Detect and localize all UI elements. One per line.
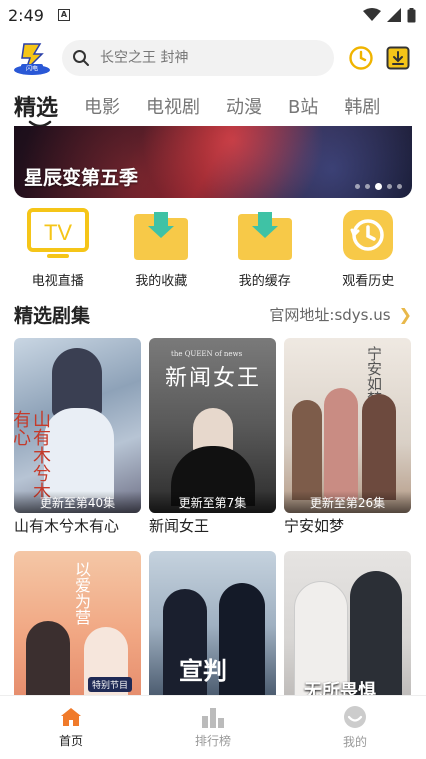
svg-text:闪电: 闪电 (26, 65, 38, 73)
poster-subtitle: the QUEEN of news (171, 350, 243, 358)
carousel-dot (397, 184, 402, 189)
tab-kdrama[interactable]: 韩剧 (344, 93, 380, 119)
official-site-label: 官网地址:sdys.us (269, 305, 391, 324)
top-bar: 闪电 长空之王 封神 (0, 30, 426, 86)
history-icon (343, 210, 394, 260)
show-card[interactable]: 宁安如梦 更新至第26集 宁安如梦 (284, 338, 411, 537)
section-header: 精选剧集 官网地址:sdys.us ❯ (0, 296, 426, 332)
show-title: 宁安如梦 (284, 517, 345, 535)
quick-downloads[interactable]: 我的缓存 (225, 208, 305, 292)
chevron-right-icon: ❯ (398, 304, 412, 324)
folder-download-icon (237, 212, 292, 260)
carousel-dot (375, 183, 382, 190)
show-card[interactable]: the QUEEN of news 新闻女王 更新至第7集 新闻女王 (149, 338, 276, 537)
nav-label: 首页 (58, 734, 83, 748)
search-bar[interactable]: 长空之王 封神 (62, 40, 334, 76)
carousel-dots (355, 183, 402, 190)
update-badge: 更新至第40集 (14, 491, 141, 513)
smile-icon (344, 706, 366, 728)
clock-icon[interactable] (348, 45, 374, 71)
svg-text:TV: TV (44, 220, 72, 245)
tab-movie[interactable]: 电影 (84, 93, 120, 119)
show-card[interactable]: 无所畏惧 (284, 551, 411, 701)
show-title: 山有木兮木有心 (14, 517, 120, 535)
quick-label: 我的缓存 (238, 274, 291, 289)
quick-actions: TV 电视直播 我的收藏 我的缓存 观看历史 (0, 198, 426, 292)
search-icon (73, 50, 89, 66)
show-poster: 以爱为营 特别节目 (14, 551, 141, 701)
quick-favorites[interactable]: 我的收藏 (121, 208, 201, 292)
wifi-icon (363, 8, 381, 21)
show-poster: 宁安如梦 更新至第26集 (284, 338, 411, 513)
quick-label: 电视直播 (31, 274, 84, 289)
nav-label: 排行榜 (194, 734, 231, 748)
update-badge: 更新至第7集 (149, 491, 276, 513)
tv-icon: TV (26, 208, 89, 258)
quick-history[interactable]: 观看历史 (328, 208, 408, 292)
carousel-dot (365, 184, 370, 189)
poster-subtitle: 特别节目 (88, 677, 133, 692)
bottom-nav: 首页 排行榜 我的 (0, 695, 426, 759)
section-title: 精选剧集 (14, 304, 91, 327)
poster-text: 新闻女王 (165, 366, 262, 391)
quick-tv-live[interactable]: TV 电视直播 (18, 208, 98, 292)
show-poster: 山有木兮木有心 更新至第40集 (14, 338, 141, 513)
quick-label: 我的收藏 (135, 274, 188, 289)
banner-carousel[interactable]: 星辰变第五季 (14, 126, 412, 198)
show-card[interactable]: 以爱为营 特别节目 (14, 551, 141, 701)
search-placeholder: 长空之王 封神 (100, 50, 189, 66)
official-site-link[interactable]: 官网地址:sdys.us ❯ (269, 304, 412, 325)
battery-icon (407, 7, 416, 22)
tab-tv-series[interactable]: 电视剧 (146, 93, 200, 119)
app-logo-icon[interactable]: 闪电 (12, 40, 52, 76)
nav-ranking[interactable]: 排行榜 (168, 706, 258, 749)
banner-title: 星辰变第五季 (24, 167, 139, 189)
folder-star-icon (134, 212, 189, 260)
status-time: 2:49 (8, 5, 44, 25)
nav-label: 我的 (342, 735, 367, 749)
nav-profile[interactable]: 我的 (310, 705, 400, 750)
show-card[interactable]: 山有木兮木有心 更新至第40集 山有木兮木有心 (14, 338, 141, 537)
download-icon[interactable] (386, 46, 410, 70)
poster-text: 以爱为营 (72, 561, 91, 625)
home-icon (61, 708, 81, 726)
show-poster: 无所畏惧 (284, 551, 411, 701)
show-card[interactable]: 宣判 (149, 551, 276, 701)
bar-chart-icon (202, 708, 224, 728)
show-grid: 山有木兮木有心 更新至第40集 山有木兮木有心 the QUEEN of new… (0, 338, 426, 701)
tab-anime[interactable]: 动漫 (226, 93, 262, 119)
category-tabs: 精选 电影 电视剧 动漫 B站 韩剧 (0, 86, 426, 128)
nav-home[interactable]: 首页 (26, 706, 116, 749)
carousel-dot (387, 184, 392, 189)
show-title: 新闻女王 (149, 517, 210, 535)
signal-icon (387, 8, 401, 22)
tab-jingxuan[interactable]: 精选 (14, 90, 58, 122)
poster-text: 宣判 (179, 656, 227, 685)
update-badge: 更新至第26集 (284, 491, 411, 513)
carousel-dot (355, 184, 360, 189)
notification-icon: A (57, 9, 70, 21)
quick-label: 观看历史 (342, 274, 395, 289)
show-poster: 宣判 (149, 551, 276, 701)
tab-bilibili[interactable]: B站 (288, 93, 318, 119)
show-poster: the QUEEN of news 新闻女王 更新至第7集 (149, 338, 276, 513)
status-bar: 2:49 A (0, 0, 426, 30)
